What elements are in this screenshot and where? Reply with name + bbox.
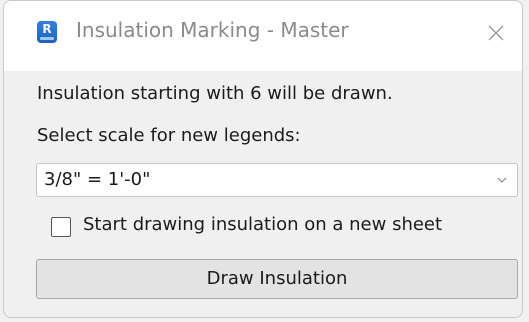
close-icon bbox=[488, 25, 504, 41]
window-title: Insulation Marking - Master bbox=[76, 18, 349, 42]
revit-app-icon: R bbox=[37, 21, 57, 43]
close-button[interactable] bbox=[478, 15, 514, 51]
new-sheet-checkbox-label[interactable]: Start drawing insulation on a new sheet bbox=[83, 214, 442, 235]
info-text: Insulation starting with 6 will be drawn… bbox=[37, 83, 393, 104]
dialog-content: Insulation starting with 6 will be drawn… bbox=[4, 71, 522, 317]
new-sheet-checkbox[interactable] bbox=[51, 217, 71, 237]
title-bar[interactable]: R Insulation Marking - Master bbox=[4, 1, 522, 71]
dialog-window: R Insulation Marking - Master Insulation… bbox=[3, 0, 523, 318]
scale-prompt-label: Select scale for new legends: bbox=[37, 125, 301, 146]
app-icon-glyph: R bbox=[42, 22, 52, 36]
new-sheet-option[interactable]: Start drawing insulation on a new sheet bbox=[49, 213, 519, 243]
app-icon-bar bbox=[40, 37, 54, 40]
scale-dropdown-value: 3/8" = 1'-0" bbox=[44, 169, 151, 190]
draw-insulation-button[interactable]: Draw Insulation bbox=[36, 259, 518, 299]
chevron-down-icon bbox=[497, 177, 507, 183]
scale-dropdown[interactable]: 3/8" = 1'-0" bbox=[36, 163, 518, 197]
